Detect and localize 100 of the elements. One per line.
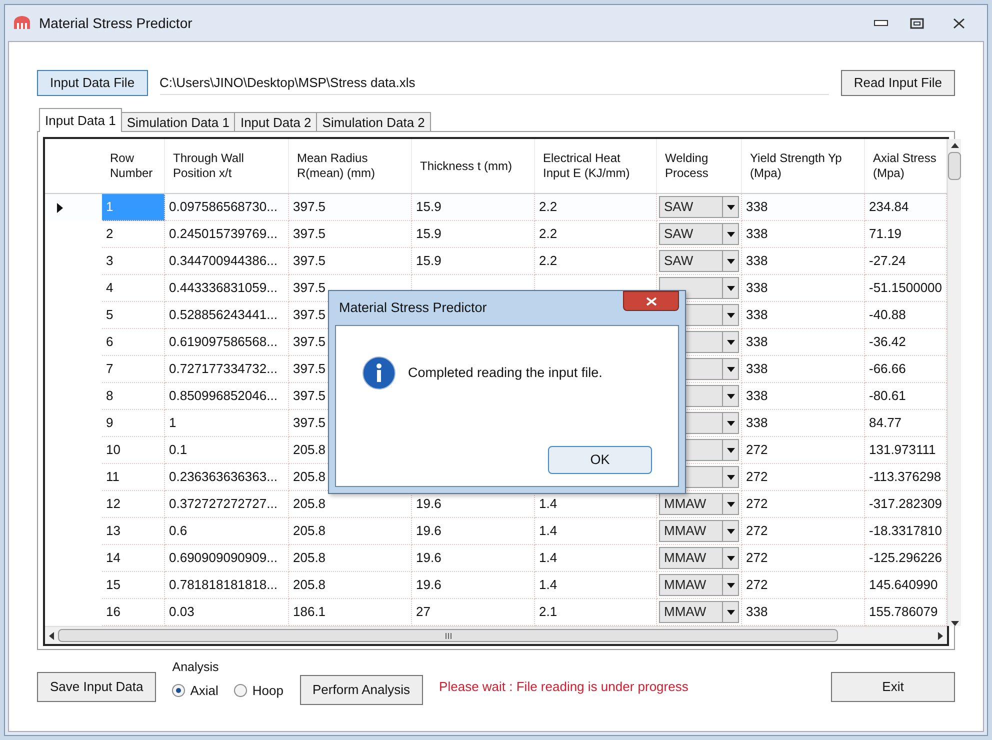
table-cell-text: 0.372727272727... xyxy=(168,495,278,514)
table-cell-text: 19.6 xyxy=(415,549,442,568)
table-cell-text: 13 xyxy=(105,522,120,540)
dropdown-arrow-icon xyxy=(726,312,734,318)
table-cell-text: 397.5 xyxy=(292,306,326,324)
analysis-label: Analysis xyxy=(172,659,220,676)
tab[interactable]: Simulation Data 1 xyxy=(120,112,236,132)
welding-dropdown[interactable]: SAW xyxy=(659,196,739,218)
table-cell-text: 1 xyxy=(105,198,114,216)
table-cell-text: -27.24 xyxy=(868,252,906,270)
column-header[interactable]: Thickness t (mm) xyxy=(420,158,512,174)
table-cell-text: 234.84 xyxy=(868,198,909,216)
table-cell-text: 205.8 xyxy=(292,495,326,514)
dropdown-arrow-icon xyxy=(726,258,734,264)
table-cell-text: 397.5 xyxy=(292,198,326,216)
table-row[interactable]: 1 0.097586568730... 397.5 15.9 2.2 SAW 338 234.84 xyxy=(45,194,947,221)
read-input-file-button[interactable]: Read Input File xyxy=(840,70,955,96)
save-input-data-button[interactable]: Save Input Data xyxy=(37,672,156,702)
table-cell-text: -51.1500000 xyxy=(868,279,942,298)
table-cell-text: 0.344700944386... xyxy=(168,252,278,270)
close-icon xyxy=(646,296,656,306)
table-cell-text: 0.781818181818... xyxy=(168,576,278,594)
dropdown-arrow-icon xyxy=(726,366,734,372)
table-cell-text: 0.03 xyxy=(168,603,194,622)
dialog-close-button[interactable] xyxy=(623,291,679,311)
table-cell-text: 338 xyxy=(745,360,768,378)
dropdown-arrow-icon xyxy=(726,502,734,506)
radio-option[interactable]: Hoop xyxy=(234,681,284,700)
column-header[interactable]: Yield Strength Yp (Mpa) xyxy=(750,151,856,181)
table-cell-text: 0.528856243441... xyxy=(168,306,278,324)
column-header[interactable]: Row Number xyxy=(110,151,156,181)
table-cell-text: 0.850996852046... xyxy=(168,387,278,406)
table-cell-text: 71.19 xyxy=(868,225,902,244)
table-cell-text: 397.5 xyxy=(292,333,326,352)
welding-dropdown[interactable]: SAW xyxy=(659,250,739,272)
input-data-file-button[interactable]: Input Data File xyxy=(37,70,148,96)
column-header[interactable]: Welding Process xyxy=(665,151,733,181)
column-header[interactable]: Through Wall Position x/t xyxy=(173,151,280,181)
radio-option[interactable]: Axial xyxy=(172,681,218,700)
table-cell-text: 0.443336831059... xyxy=(168,279,278,298)
table-cell-text: -66.66 xyxy=(868,360,906,378)
table-cell-text: 338 xyxy=(745,279,768,298)
table-cell-text: -40.88 xyxy=(868,306,906,324)
column-header[interactable]: Electrical Heat Input E (KJ/mm) xyxy=(543,151,648,181)
table-cell-text: 27 xyxy=(415,603,430,622)
file-path-field[interactable]: C:\Users\JINO\Desktop\MSP\Stress data.xls xyxy=(160,71,829,95)
info-icon xyxy=(362,356,396,390)
row-pointer-icon xyxy=(57,202,63,212)
tab[interactable]: Input Data 2 xyxy=(234,112,318,132)
welding-dropdown[interactable]: MMAW xyxy=(659,520,739,542)
table-cell-text: 3 xyxy=(105,252,114,270)
table-cell-text: 15.9 xyxy=(415,225,442,244)
column-header[interactable]: Axial Stress (Mpa) xyxy=(873,151,938,181)
table-cell-text: 9 xyxy=(105,414,114,432)
tab[interactable]: Input Data 1 xyxy=(39,108,122,132)
table-cell-text: -36.42 xyxy=(868,333,906,352)
table-cell-text: 131.973111 xyxy=(868,441,936,460)
scroll-thumb[interactable] xyxy=(948,152,961,180)
status-message: Please wait : File reading is under progress xyxy=(439,678,688,696)
table-cell-text: 5 xyxy=(105,306,114,324)
table-cell-text: 1.4 xyxy=(538,549,558,568)
exit-button[interactable]: Exit xyxy=(831,672,955,702)
minimize-icon xyxy=(874,20,888,26)
scroll-thumb[interactable] xyxy=(58,629,838,642)
dropdown-arrow-icon xyxy=(726,448,734,452)
app-icon xyxy=(13,16,31,30)
table-cell-text: 0.690909090909... xyxy=(168,549,278,568)
scroll-right-icon xyxy=(938,632,943,640)
table-cell-text: 272 xyxy=(745,576,768,594)
table-cell-text: 1.4 xyxy=(538,576,558,594)
column-header[interactable]: Mean Radius R(mean) (mm) xyxy=(297,151,403,181)
restore-icon xyxy=(910,18,924,28)
vertical-scrollbar[interactable] xyxy=(947,139,961,626)
welding-dropdown[interactable]: MMAW xyxy=(659,493,739,515)
ok-button[interactable]: OK xyxy=(548,446,652,474)
table-cell-text: 338 xyxy=(745,414,768,432)
table-cell-text: -125.296226 xyxy=(868,549,942,568)
perform-analysis-button[interactable]: Perform Analysis xyxy=(300,674,424,705)
dropdown-arrow-icon xyxy=(726,528,734,534)
tab[interactable]: Simulation Data 2 xyxy=(316,112,431,132)
horizontal-scrollbar[interactable] xyxy=(45,626,947,644)
table-cell-text: 338 xyxy=(745,603,768,622)
table-cell-text: 2 xyxy=(105,225,114,244)
table-cell-text: -113.376298 xyxy=(868,468,942,486)
welding-dropdown[interactable]: SAW xyxy=(659,223,739,245)
welding-dropdown[interactable]: MMAW xyxy=(659,574,739,596)
table-cell-text: 272 xyxy=(745,549,768,568)
table-cell-text: 0.619097586568... xyxy=(168,333,278,352)
table-cell-text: 6 xyxy=(105,333,114,352)
dropdown-arrow-icon xyxy=(726,610,734,614)
dialog-message: Completed reading the input file. xyxy=(408,364,602,382)
radio-button[interactable] xyxy=(172,684,186,698)
table-cell-text: 272 xyxy=(745,522,768,540)
scroll-up-icon xyxy=(950,143,958,148)
table-cell-text: 338 xyxy=(745,198,768,216)
table-cell-text: -80.61 xyxy=(868,387,906,406)
table-cell-text: 4 xyxy=(105,279,114,298)
welding-dropdown[interactable]: MMAW xyxy=(659,547,739,569)
welding-dropdown[interactable]: MMAW xyxy=(659,601,739,623)
radio-button[interactable] xyxy=(234,684,248,698)
